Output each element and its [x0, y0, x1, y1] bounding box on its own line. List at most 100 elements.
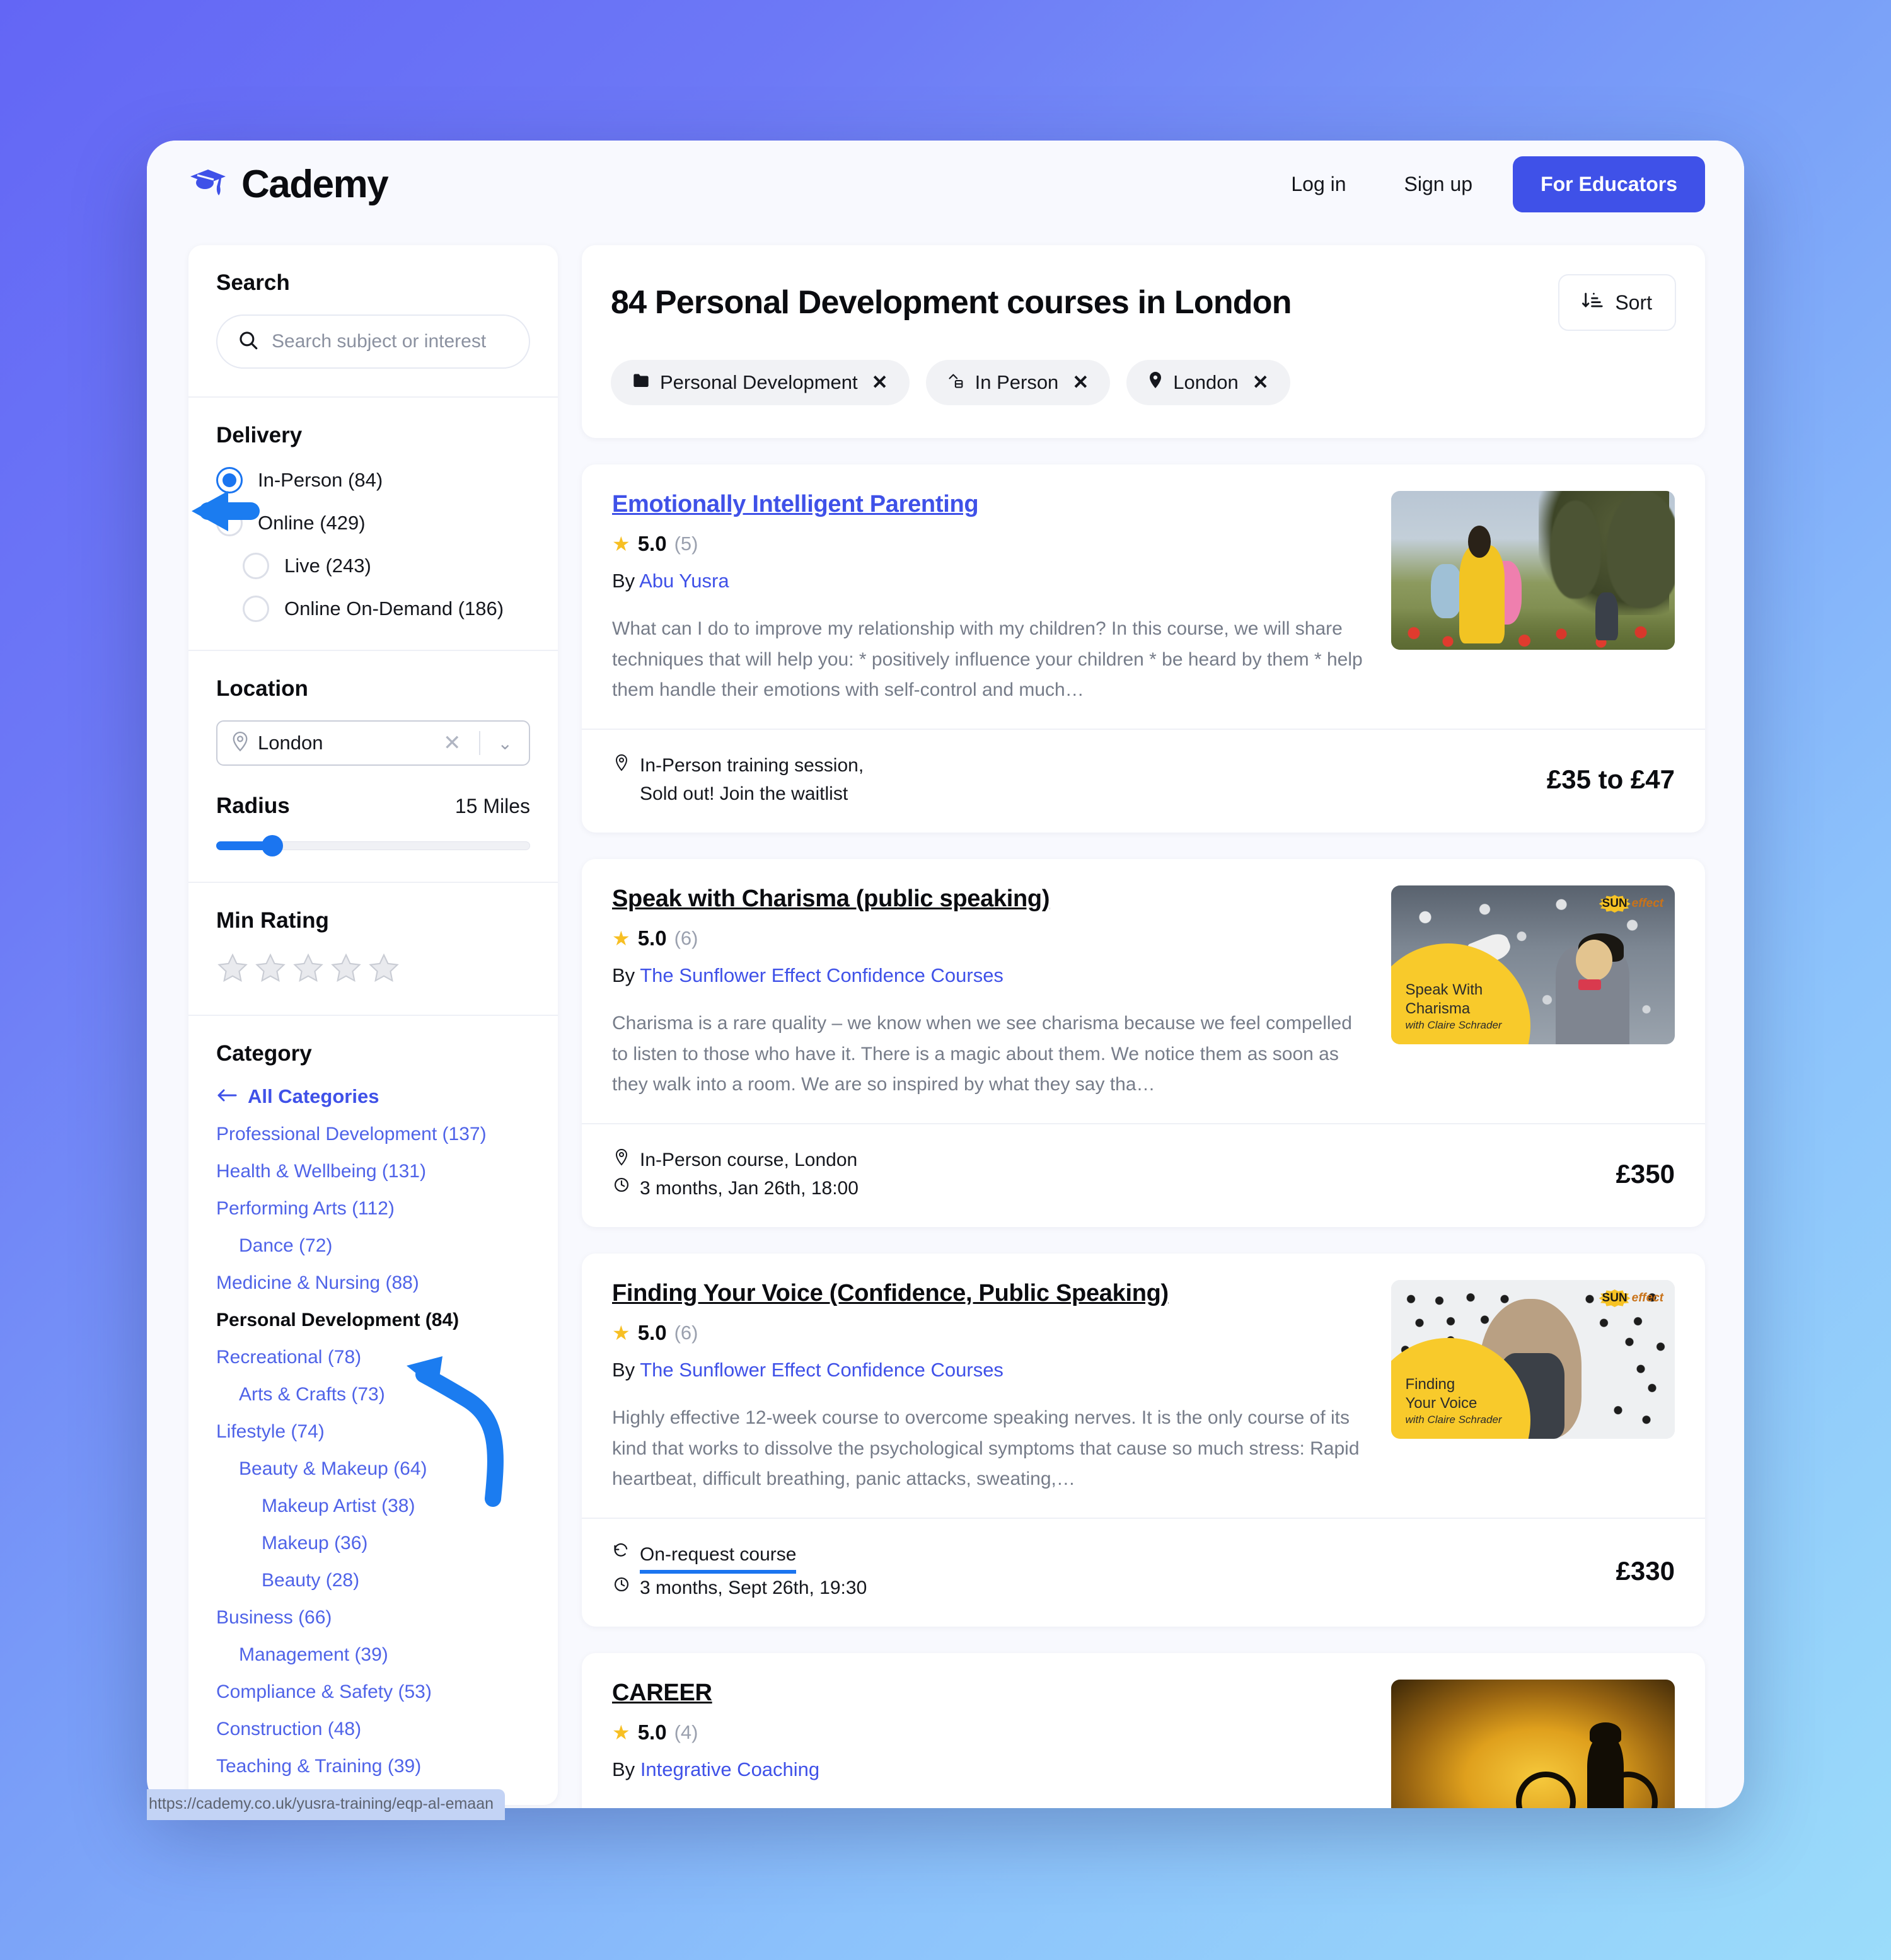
delivery-option-online[interactable]: Online (429): [216, 510, 530, 536]
search-section-title: Search: [216, 270, 290, 295]
course-rating: ★ 5.0 (4): [612, 1721, 1370, 1744]
category-item-arts-crafts[interactable]: Arts & Crafts (73): [216, 1384, 530, 1405]
sort-descending-icon: [1582, 289, 1604, 316]
all-categories-link[interactable]: All Categories: [216, 1085, 530, 1108]
rating-value: 5.0: [637, 1320, 667, 1344]
course-byline: By The Sunflower Effect Confidence Cours…: [612, 1359, 1370, 1381]
category-section-title: Category: [216, 1041, 312, 1066]
filter-chip-london[interactable]: London ✕: [1126, 360, 1290, 405]
rating-value: 5.0: [637, 926, 667, 950]
category-item-personal-development[interactable]: Personal Development (84): [216, 1310, 530, 1331]
for-educators-button[interactable]: For Educators: [1513, 156, 1705, 212]
category-item-compliance-safety[interactable]: Compliance & Safety (53): [216, 1681, 530, 1703]
delivery-option-in-person[interactable]: In-Person (84): [216, 467, 530, 493]
course-meta-line: In-Person course, London: [640, 1149, 858, 1170]
category-item-health-wellbeing[interactable]: Health & Wellbeing (131): [216, 1161, 530, 1182]
course-card[interactable]: CAREER ★ 5.0 (4) By Integrative Coaching…: [582, 1652, 1705, 1808]
category-item-construction[interactable]: Construction (48): [216, 1719, 530, 1740]
search-input[interactable]: [272, 331, 515, 352]
signup-link[interactable]: Sign up: [1375, 173, 1502, 196]
course-description: Highly effective 12-week course to overc…: [612, 1407, 1360, 1490]
rating-count: (4): [674, 1721, 698, 1743]
delivery-option-label: Live (243): [284, 555, 371, 577]
close-icon[interactable]: ✕: [1252, 371, 1269, 394]
course-rating: ★ 5.0 (6): [612, 926, 1370, 950]
location-select[interactable]: London ✕ ⌄: [216, 720, 530, 766]
by-prefix: By: [612, 1358, 635, 1381]
min-rating-title: Min Rating: [216, 908, 329, 933]
close-icon[interactable]: ✕: [872, 371, 888, 394]
sunflower-effect-badge: SUN effect: [1599, 1289, 1663, 1308]
course-card[interactable]: Speak with Charisma (public speaking) ★ …: [582, 858, 1705, 1227]
star-icon[interactable]: [330, 952, 362, 987]
by-prefix: By: [612, 570, 635, 592]
provider-link[interactable]: The Sunflower Effect Confidence Courses: [640, 964, 1003, 986]
provider-link[interactable]: The Sunflower Effect Confidence Courses: [640, 1359, 1003, 1381]
star-icon[interactable]: [292, 952, 325, 987]
map-pin-icon: [612, 1146, 631, 1166]
category-item-management[interactable]: Management (39): [216, 1644, 530, 1666]
star-icon: ★: [612, 1721, 630, 1744]
delivery-section: Delivery In-Person (84) Online (429) Liv…: [188, 398, 558, 651]
filter-chip-in-person[interactable]: In Person ✕: [925, 360, 1111, 405]
chevron-down-icon[interactable]: ⌄: [489, 733, 521, 754]
delivery-option-online-on-demand[interactable]: Online On-Demand (186): [216, 596, 530, 622]
page-title: 84 Personal Development courses in Londo…: [611, 284, 1292, 321]
course-title-link[interactable]: Finding Your Voice (Confidence, Public S…: [612, 1280, 1169, 1306]
thumbnail-caption: Speak With Charisma with Claire Schrader: [1405, 981, 1502, 1031]
radio-online-on-demand[interactable]: [243, 596, 269, 622]
close-icon[interactable]: ✕: [1072, 371, 1089, 394]
category-item-professional-development[interactable]: Professional Development (137): [216, 1124, 530, 1145]
category-item-performing-arts[interactable]: Performing Arts (112): [216, 1198, 530, 1219]
course-card[interactable]: Emotionally Intelligent Parenting ★ 5.0 …: [582, 464, 1705, 833]
category-item-makeup[interactable]: Makeup (36): [216, 1533, 530, 1554]
category-item-beauty[interactable]: Beauty (28): [216, 1570, 530, 1591]
category-item-dance[interactable]: Dance (72): [216, 1235, 530, 1257]
course-card[interactable]: Finding Your Voice (Confidence, Public S…: [582, 1253, 1705, 1627]
provider-link[interactable]: Abu Yusra: [639, 570, 729, 592]
course-title-link[interactable]: CAREER: [612, 1680, 712, 1706]
course-description: Charisma is a rare quality – we know whe…: [612, 1012, 1352, 1095]
radius-slider[interactable]: [216, 835, 530, 856]
category-item-business[interactable]: Business (66): [216, 1607, 530, 1629]
sort-button-label: Sort: [1615, 291, 1652, 314]
filters-sidebar: Search Delivery In-Person (84): [188, 245, 558, 1805]
clock-icon: [612, 1574, 631, 1593]
category-item-makeup-artist[interactable]: Makeup Artist (38): [216, 1496, 530, 1517]
brand-logo[interactable]: Cademy: [188, 162, 389, 207]
radio-in-person[interactable]: [216, 467, 243, 493]
search-box[interactable]: [216, 314, 530, 369]
by-prefix: By: [612, 964, 635, 986]
course-meta-line: 3 months, Sept 26th, 19:30: [640, 1577, 867, 1599]
category-section: Category All Categories Professional Dev…: [188, 1016, 558, 1805]
category-item-beauty-makeup[interactable]: Beauty & Makeup (64): [216, 1458, 530, 1480]
min-rating-stars[interactable]: [216, 952, 530, 987]
delivery-option-live[interactable]: Live (243): [216, 553, 530, 579]
course-meta: On-request course 3 months, Sept 26th, 1…: [612, 1540, 867, 1603]
login-link[interactable]: Log in: [1262, 173, 1375, 196]
category-item-teaching-training[interactable]: Teaching & Training (39): [216, 1756, 530, 1777]
course-title-link[interactable]: Emotionally Intelligent Parenting: [612, 491, 979, 517]
close-icon[interactable]: ✕: [434, 730, 470, 756]
star-icon: ★: [612, 1321, 630, 1344]
star-icon: ★: [612, 926, 630, 950]
sort-button[interactable]: Sort: [1558, 274, 1676, 331]
provider-link[interactable]: Integrative Coaching: [640, 1758, 819, 1780]
radius-header: Radius 15 Miles: [216, 793, 530, 819]
star-icon[interactable]: [254, 952, 287, 987]
category-item-lifestyle[interactable]: Lifestyle (74): [216, 1421, 530, 1443]
star-icon[interactable]: [367, 952, 400, 987]
category-item-medicine-nursing[interactable]: Medicine & Nursing (88): [216, 1272, 530, 1294]
course-title-link[interactable]: Speak with Charisma (public speaking): [612, 885, 1050, 912]
slider-thumb[interactable]: [262, 835, 284, 856]
star-icon[interactable]: [216, 952, 249, 987]
thumbnail-caption: Finding Your Voice with Claire Schrader: [1405, 1375, 1502, 1426]
filter-chip-label: Personal Development: [660, 371, 858, 393]
search-icon: [238, 330, 259, 354]
radio-online[interactable]: [216, 510, 243, 536]
radius-value: 15 Miles: [454, 795, 530, 817]
filter-chip-personal-development[interactable]: Personal Development ✕: [611, 360, 910, 405]
in-person-icon: [947, 371, 965, 394]
category-item-recreational[interactable]: Recreational (78): [216, 1347, 530, 1368]
radio-live[interactable]: [243, 553, 269, 579]
